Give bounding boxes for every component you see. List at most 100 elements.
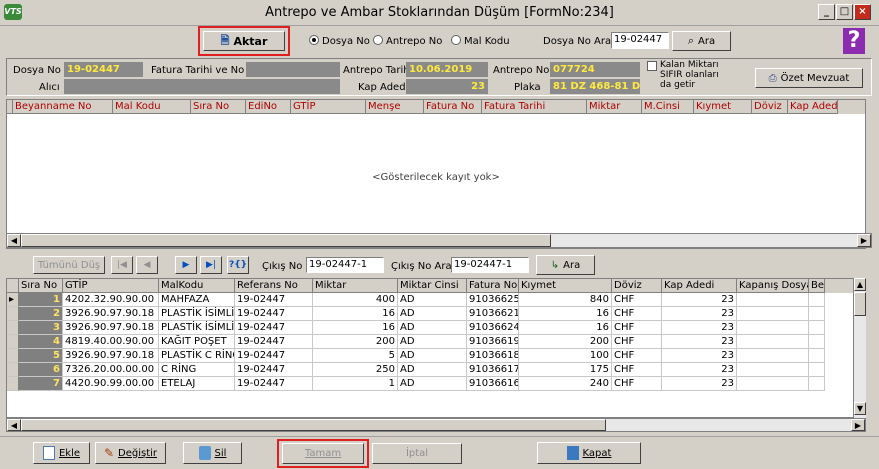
table-cell-cins[interactable]: AD	[398, 307, 467, 321]
scroll-right-icon[interactable]: ▶	[857, 234, 871, 247]
table-row[interactable]: 4 4819.40.00.90.00 KAĞIT POŞET 19-02447 200 A…	[7, 335, 865, 349]
table-cell-kap[interactable]: 23	[662, 293, 737, 307]
upper-column-header[interactable]: Beyanname No	[13, 100, 113, 114]
upper-column-header[interactable]: GTİP	[291, 100, 366, 114]
table-cell-kapanis[interactable]	[737, 349, 809, 363]
lower-scroll-right-icon[interactable]: ▶	[851, 419, 865, 431]
table-cell-fatura[interactable]: 91036621	[467, 307, 519, 321]
table-row[interactable]: 5 3926.90.97.90.18 PLASTİK C RİNG 19-02447 5…	[7, 349, 865, 363]
ekle-button[interactable]: Ekle	[33, 442, 90, 464]
lower-column-header[interactable]: Be	[809, 279, 825, 293]
lower-horizontal-scrollbar[interactable]: ◀ ▶	[6, 418, 866, 432]
minimize-button[interactable]: _	[818, 4, 835, 20]
aktar-button[interactable]: 🗎 Aktar	[203, 31, 285, 51]
table-cell-miktar[interactable]: 250	[313, 363, 398, 377]
table-row[interactable]: 7 4420.90.99.00.00 ETELAJ 19-02447 1 AD 910366…	[7, 377, 865, 391]
table-cell-cins[interactable]: AD	[398, 321, 467, 335]
table-cell-kapanis[interactable]	[737, 307, 809, 321]
table-cell-ref[interactable]: 19-02447	[235, 377, 313, 391]
lower-column-header[interactable]: MalKodu	[159, 279, 235, 293]
last-record-icon[interactable]: ▶|	[200, 256, 222, 274]
scroll-thumb[interactable]	[21, 234, 551, 247]
table-cell-kap[interactable]: 23	[662, 363, 737, 377]
table-cell-gtip[interactable]: 4819.40.00.90.00	[63, 335, 159, 349]
table-cell-kapanis[interactable]	[737, 363, 809, 377]
table-cell-kapanis[interactable]	[737, 293, 809, 307]
table-row[interactable]: 2 3926.90.97.90.18 PLASTİK İSİMLİK 19-02447…	[7, 307, 865, 321]
table-cell-ref[interactable]: 19-02447	[235, 335, 313, 349]
table-cell-sira[interactable]: 2	[19, 307, 63, 321]
scroll-down-icon[interactable]: ▼	[854, 402, 866, 415]
first-record-icon[interactable]: |◀	[111, 256, 133, 274]
tamam-button[interactable]: Tamam	[282, 443, 364, 464]
upper-column-header[interactable]: EdiNo	[246, 100, 291, 114]
table-cell-cins[interactable]: AD	[398, 293, 467, 307]
close-window-button[interactable]: ×	[854, 4, 871, 20]
table-cell-be[interactable]	[809, 293, 825, 307]
table-cell-miktar[interactable]: 1	[313, 377, 398, 391]
table-cell-ref[interactable]: 19-02447	[235, 293, 313, 307]
table-cell-sira[interactable]: 7	[19, 377, 63, 391]
table-cell-doviz[interactable]: CHF	[612, 321, 662, 335]
radio-dosya-no[interactable]: Dosya No	[309, 35, 370, 47]
table-cell-kiymet[interactable]: 175	[519, 363, 612, 377]
upper-grid[interactable]: Beyanname No Mal Kodu Sıra No EdiNo GTİP Menş…	[6, 99, 866, 249]
lower-column-header[interactable]: Kıymet	[519, 279, 612, 293]
upper-column-header[interactable]: Kıymet	[694, 100, 752, 114]
table-cell-mal[interactable]: C RİNG	[159, 363, 235, 377]
table-cell-cins[interactable]: AD	[398, 363, 467, 377]
scroll-left-icon[interactable]: ◀	[7, 234, 21, 247]
table-cell-mal[interactable]: ETELAJ	[159, 377, 235, 391]
upper-column-header[interactable]: Kap Adedi	[788, 100, 838, 114]
table-cell-ref[interactable]: 19-02447	[235, 321, 313, 335]
table-cell-be[interactable]	[809, 377, 825, 391]
radio-antrepo-no[interactable]: Antrepo No	[373, 35, 442, 47]
table-cell-fatura[interactable]: 91036618	[467, 349, 519, 363]
lower-column-header[interactable]: Kapanış Dosya No	[737, 279, 809, 293]
vscroll-thumb[interactable]	[854, 292, 866, 316]
ozet-mevzuat-button[interactable]: ⎙ Özet Mevzuat	[755, 68, 863, 88]
table-cell-doviz[interactable]: CHF	[612, 363, 662, 377]
table-cell-fatura[interactable]: 91036624	[467, 321, 519, 335]
table-cell-doviz[interactable]: CHF	[612, 307, 662, 321]
table-cell-sira[interactable]: 6	[19, 363, 63, 377]
lower-vertical-scrollbar[interactable]: ▲ ▼	[853, 278, 866, 418]
cikis-no-ara-input[interactable]: 19-02447-1	[451, 257, 529, 273]
cikis-no-input[interactable]: 19-02447-1	[306, 257, 384, 273]
table-cell-fatura[interactable]: 91036625	[467, 293, 519, 307]
scroll-up-icon[interactable]: ▲	[854, 278, 866, 291]
prev-record-icon[interactable]: ◀	[136, 256, 158, 274]
kapat-button[interactable]: Kapat	[537, 442, 641, 464]
table-row[interactable]: 6 7326.20.00.00.00 C RİNG 19-02447 250 AD 9103…	[7, 363, 865, 377]
table-cell-be[interactable]	[809, 335, 825, 349]
table-cell-gtip[interactable]: 3926.90.97.90.18	[63, 349, 159, 363]
table-cell-ref[interactable]: 19-02447	[235, 363, 313, 377]
lower-scroll-thumb[interactable]	[21, 419, 606, 431]
table-cell-fatura[interactable]: 91036616	[467, 377, 519, 391]
lower-column-header[interactable]: Miktar Cinsi	[398, 279, 467, 293]
table-cell-miktar[interactable]: 16	[313, 321, 398, 335]
table-cell-kap[interactable]: 23	[662, 307, 737, 321]
table-row[interactable]: 3 3926.90.97.90.18 PLASTİK İSİMLİK 19-02447…	[7, 321, 865, 335]
table-cell-doviz[interactable]: CHF	[612, 377, 662, 391]
search-input[interactable]: 19-02447	[611, 32, 669, 49]
kalan-checkbox[interactable]	[647, 61, 661, 75]
upper-column-header[interactable]: Döviz	[752, 100, 788, 114]
table-cell-cins[interactable]: AD	[398, 335, 467, 349]
table-cell-gtip[interactable]: 4202.32.90.90.00	[63, 293, 159, 307]
lower-scroll-left-icon[interactable]: ◀	[7, 419, 21, 431]
table-cell-mal[interactable]: MAHFAZA	[159, 293, 235, 307]
table-cell-kiymet[interactable]: 100	[519, 349, 612, 363]
table-cell-kapanis[interactable]	[737, 321, 809, 335]
lower-column-header[interactable]: Miktar	[313, 279, 398, 293]
upper-column-header[interactable]: Fatura Tarihi	[482, 100, 587, 114]
table-cell-gtip[interactable]: 3926.90.97.90.18	[63, 321, 159, 335]
table-cell-doviz[interactable]: CHF	[612, 349, 662, 363]
table-cell-kap[interactable]: 23	[662, 321, 737, 335]
upper-column-header[interactable]: Miktar	[587, 100, 642, 114]
table-cell-kiymet[interactable]: 16	[519, 321, 612, 335]
table-cell-fatura[interactable]: 91036619	[467, 335, 519, 349]
table-cell-kap[interactable]: 23	[662, 335, 737, 349]
table-cell-be[interactable]	[809, 307, 825, 321]
upper-column-header[interactable]: M.Cinsi	[642, 100, 694, 114]
